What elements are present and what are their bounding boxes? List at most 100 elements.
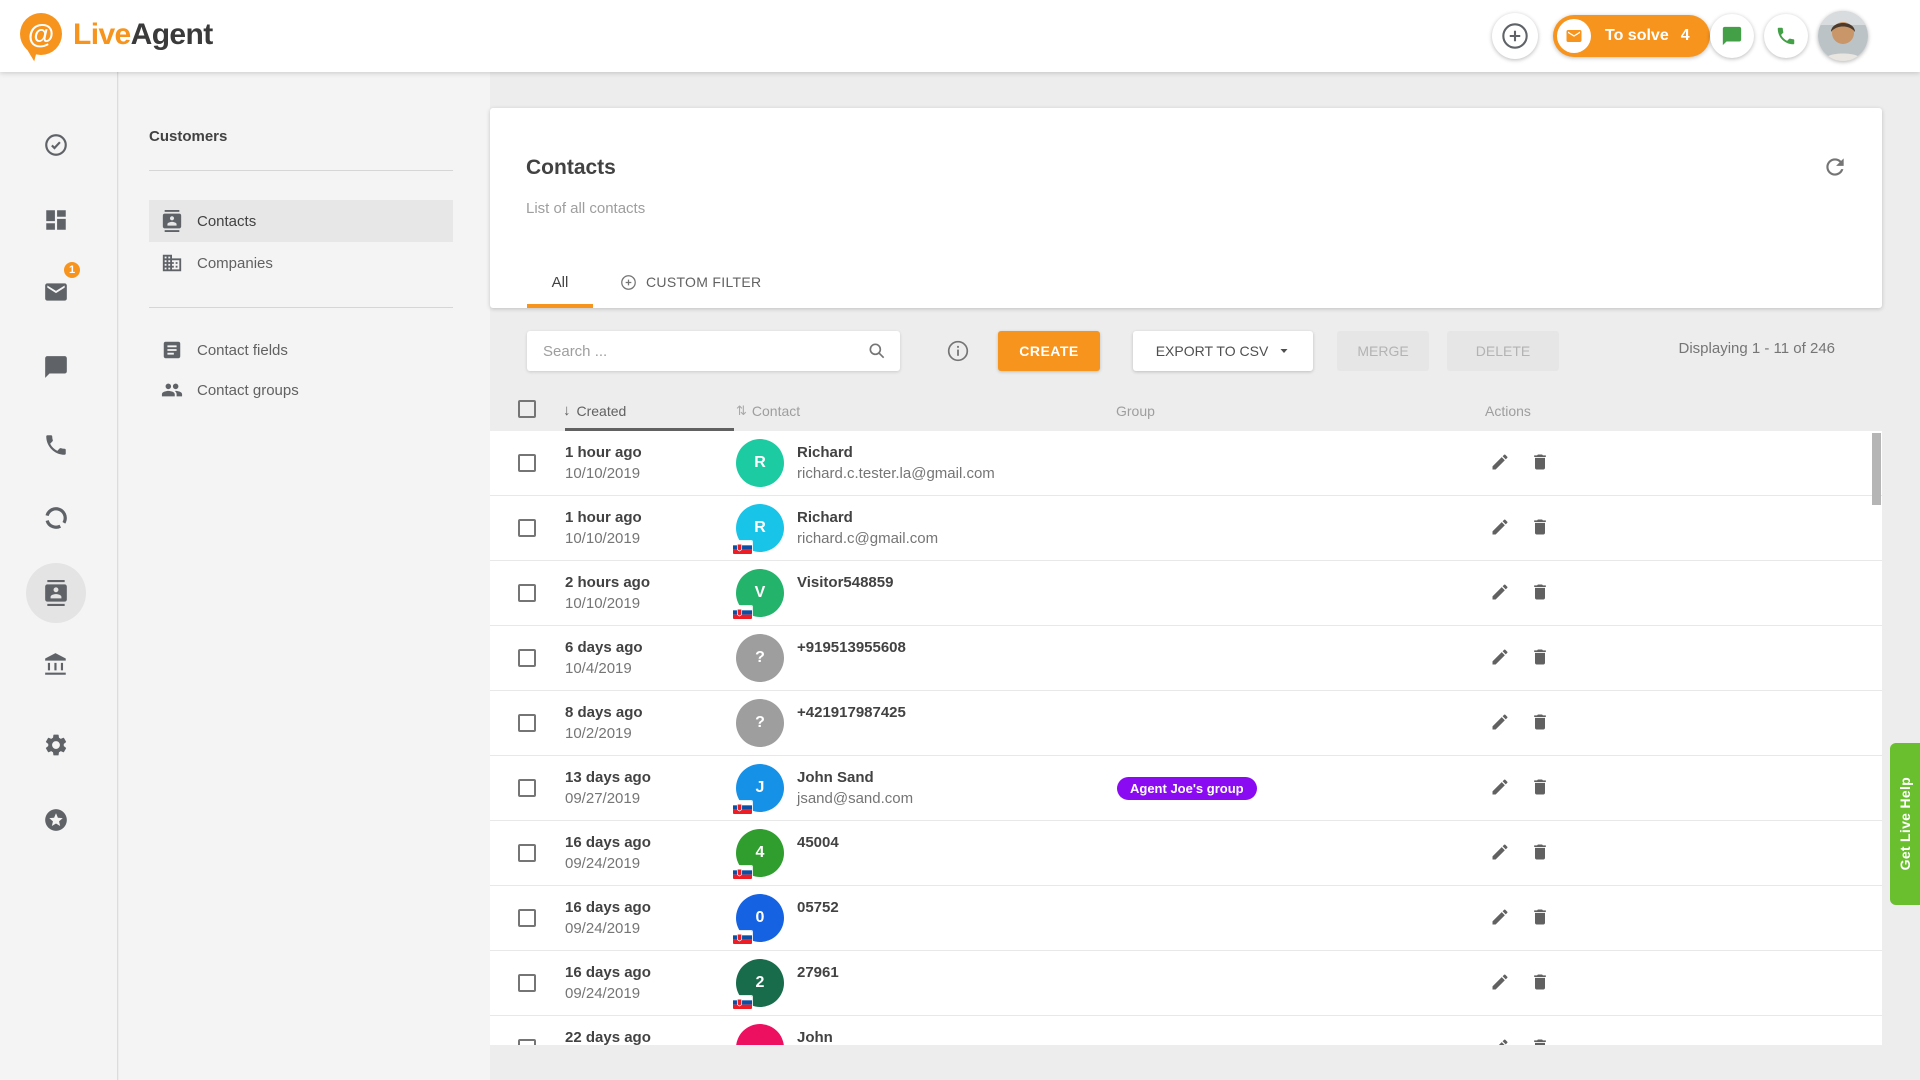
- export-csv-button[interactable]: EXPORT TO CSV: [1133, 331, 1313, 371]
- created-cell: 16 days ago 09/24/2019: [565, 962, 651, 1004]
- delete-row-button[interactable]: [1530, 712, 1554, 736]
- column-header-contact[interactable]: ⇅ Contact: [736, 390, 800, 431]
- delete-row-button[interactable]: [1530, 452, 1554, 476]
- liveagent-logo[interactable]: @ LiveAgent: [20, 13, 213, 57]
- row-checkbox[interactable]: [518, 1039, 536, 1045]
- row-checkbox[interactable]: [518, 844, 536, 862]
- calls-button[interactable]: [1764, 14, 1808, 58]
- row-checkbox[interactable]: [518, 519, 536, 537]
- tab-all[interactable]: All: [527, 256, 593, 308]
- edit-button[interactable]: [1490, 972, 1514, 996]
- info-button[interactable]: [946, 339, 970, 363]
- edit-button[interactable]: [1490, 452, 1514, 476]
- sidebar-item-contact-groups[interactable]: Contact groups: [149, 369, 453, 411]
- avatar-letter: 2: [756, 974, 765, 992]
- delete-row-button[interactable]: [1530, 907, 1554, 931]
- add-button[interactable]: [1492, 13, 1538, 59]
- contact-cell: 45004: [797, 832, 839, 853]
- delete-row-button[interactable]: [1530, 582, 1554, 606]
- table-scrollbar[interactable]: [1872, 433, 1881, 505]
- delete-button[interactable]: DELETE: [1447, 331, 1559, 371]
- delete-row-button[interactable]: [1530, 842, 1554, 866]
- trash-icon: [1530, 1037, 1550, 1045]
- create-button[interactable]: CREATE: [998, 331, 1100, 371]
- table-row[interactable]: 16 days ago 09/24/2019 4 45004: [490, 821, 1882, 886]
- table-row[interactable]: 6 days ago 10/4/2019 ? +919513955608: [490, 626, 1882, 691]
- row-checkbox[interactable]: [518, 454, 536, 472]
- table-header: ↓ Created ⇅ Contact Group Actions: [490, 390, 1882, 431]
- contact-cell: John Sand jsand@sand.com: [797, 767, 913, 809]
- created-relative: 1 hour ago: [565, 442, 642, 463]
- sidebar-item-contact-fields[interactable]: Contact fields: [149, 329, 453, 371]
- row-checkbox[interactable]: [518, 779, 536, 797]
- delete-row-button[interactable]: [1530, 1037, 1554, 1045]
- contact-cell: Richard richard.c@gmail.com: [797, 507, 938, 549]
- row-checkbox[interactable]: [518, 974, 536, 992]
- rail-item-settings[interactable]: [34, 723, 78, 767]
- billing-bank-icon: [43, 652, 69, 678]
- table-row[interactable]: 16 days ago 09/24/2019 0 05752: [490, 886, 1882, 951]
- rail-item-dashboard[interactable]: [34, 198, 78, 242]
- search-button[interactable]: [854, 331, 900, 371]
- delete-row-button[interactable]: [1530, 777, 1554, 801]
- row-checkbox[interactable]: [518, 714, 536, 732]
- tab-custom-filter[interactable]: CUSTOM FILTER: [620, 256, 761, 308]
- user-avatar[interactable]: [1818, 11, 1868, 61]
- merge-button[interactable]: MERGE: [1337, 331, 1429, 371]
- table-row[interactable]: 13 days ago 09/27/2019 J John Sand jsand…: [490, 756, 1882, 821]
- row-checkbox[interactable]: [518, 649, 536, 667]
- rail-item-reports[interactable]: [34, 496, 78, 540]
- edit-button[interactable]: [1490, 907, 1514, 931]
- table-row[interactable]: 8 days ago 10/2/2019 ? +421917987425: [490, 691, 1882, 756]
- edit-button[interactable]: [1490, 777, 1514, 801]
- edit-button[interactable]: [1490, 1037, 1514, 1045]
- edit-button[interactable]: [1490, 647, 1514, 671]
- table-row[interactable]: 16 days ago 09/24/2019 2 27961: [490, 951, 1882, 1016]
- contact-name: +421917987425: [797, 702, 906, 723]
- edit-button[interactable]: [1490, 517, 1514, 541]
- created-cell: 16 days ago 09/24/2019: [565, 832, 651, 874]
- rail-item-chats[interactable]: [34, 345, 78, 389]
- avatar: R: [736, 504, 784, 552]
- delete-row-button[interactable]: [1530, 647, 1554, 671]
- sidebar-item-contacts[interactable]: Contacts: [149, 200, 453, 242]
- edit-button[interactable]: [1490, 842, 1514, 866]
- column-header-created[interactable]: ↓ Created: [563, 390, 626, 431]
- delete-row-button[interactable]: [1530, 972, 1554, 996]
- rail-item-getting-started[interactable]: [34, 798, 78, 842]
- table-row[interactable]: 1 hour ago 10/10/2019 R Richard richard.…: [490, 431, 1882, 496]
- contact-name: Visitor548859: [797, 572, 893, 593]
- contact-cell: 27961: [797, 962, 839, 983]
- select-all-checkbox[interactable]: [518, 400, 536, 418]
- to-solve-label: To solve: [1605, 27, 1669, 45]
- row-checkbox[interactable]: [518, 909, 536, 927]
- edit-pencil-icon: [1490, 582, 1510, 602]
- rail-item-billing[interactable]: [34, 643, 78, 687]
- table-row[interactable]: 1 hour ago 10/10/2019 R Richard richard.…: [490, 496, 1882, 561]
- tasks-check-icon: [43, 132, 69, 158]
- row-checkbox[interactable]: [518, 584, 536, 602]
- logo-bubble-icon: @: [20, 13, 64, 57]
- table-row[interactable]: 2 hours ago 10/10/2019 V Visitor548859: [490, 561, 1882, 626]
- chats-button[interactable]: [1710, 14, 1754, 58]
- reports-ring-icon: [43, 505, 69, 531]
- topbar: @ LiveAgent To solve 4: [0, 0, 1920, 72]
- edit-button[interactable]: [1490, 582, 1514, 606]
- sidebar-divider: [149, 170, 453, 171]
- slovakia-flag-icon: [733, 801, 752, 814]
- refresh-button[interactable]: [1822, 154, 1848, 180]
- to-solve-button[interactable]: To solve 4: [1553, 15, 1710, 57]
- rail-item-tasks[interactable]: [34, 123, 78, 167]
- delete-row-button[interactable]: [1530, 517, 1554, 541]
- get-live-help-tab[interactable]: Get Live Help: [1890, 743, 1920, 905]
- created-date: 10/10/2019: [565, 463, 642, 484]
- rail-item-calls[interactable]: [34, 423, 78, 467]
- sidebar-item-companies[interactable]: Companies: [149, 242, 453, 284]
- created-cell: 22 days ago: [565, 1027, 651, 1045]
- search-input[interactable]: [527, 343, 854, 360]
- table-row[interactable]: 22 days ago John: [490, 1016, 1882, 1045]
- rail-item-customers[interactable]: [26, 563, 86, 623]
- edit-button[interactable]: [1490, 712, 1514, 736]
- people-group-icon: [161, 379, 183, 401]
- column-header-group: Group: [1116, 390, 1155, 431]
